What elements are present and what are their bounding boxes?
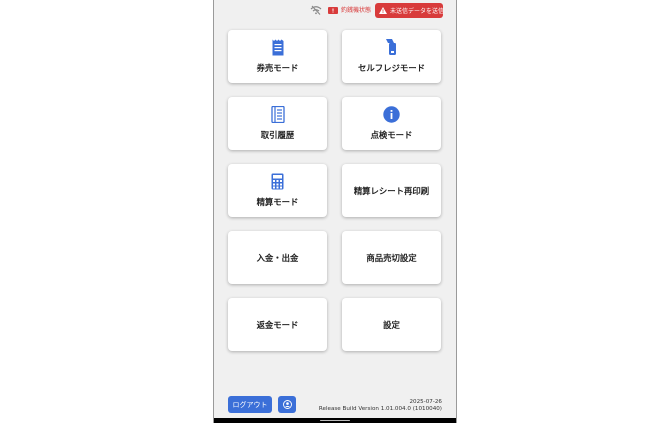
calculator-icon bbox=[271, 173, 284, 190]
refund-mode-button[interactable]: 返金モード bbox=[228, 298, 327, 351]
handheld-scanner-icon bbox=[385, 39, 396, 55]
logout-label: ログアウト bbox=[232, 400, 268, 409]
printer-warning-icon: ! bbox=[328, 7, 338, 14]
transaction-history-button[interactable]: 取引履歴 bbox=[228, 97, 327, 150]
build-version: Release Build Version 1.01.004.0 (101004… bbox=[318, 406, 442, 412]
inspection-mode-button[interactable]: 点検モード bbox=[342, 97, 441, 150]
build-date: 2025-07-26 bbox=[409, 399, 442, 405]
warning-icon bbox=[379, 7, 387, 14]
settings-button[interactable]: 設定 bbox=[342, 298, 441, 351]
receipt-icon bbox=[272, 39, 283, 56]
send-unsent-data-label: 未送信データを送信 bbox=[390, 8, 445, 15]
account-icon bbox=[282, 400, 292, 409]
ticket-sales-mode-button[interactable]: 券売モード bbox=[228, 30, 327, 83]
logout-button[interactable]: ログアウト bbox=[228, 396, 272, 413]
info-icon bbox=[383, 106, 400, 123]
ticket-sales-mode-label: 券売モード bbox=[256, 63, 299, 73]
inspection-mode-label: 点検モード bbox=[370, 130, 413, 140]
sold-out-settings-button[interactable]: 商品売切設定 bbox=[342, 231, 441, 284]
reprint-receipt-button[interactable]: 精算レシート再印刷 bbox=[342, 164, 441, 217]
settlement-mode-label: 精算モード bbox=[256, 197, 299, 207]
reprint-receipt-label: 精算レシート再印刷 bbox=[353, 185, 430, 196]
tablet-screen: ! 釣銭機状態 未送信データを送信 券売モード セルフレジモード 取引履歴 点検… bbox=[213, 0, 457, 423]
wifi-off-icon bbox=[310, 5, 322, 15]
refund-mode-label: 返金モード bbox=[256, 319, 299, 330]
deposit-withdraw-button[interactable]: 入金・出金 bbox=[228, 231, 327, 284]
settlement-mode-button[interactable]: 精算モード bbox=[228, 164, 327, 217]
account-button[interactable] bbox=[278, 396, 296, 413]
settings-label: 設定 bbox=[383, 319, 400, 330]
transaction-history-label: 取引履歴 bbox=[260, 130, 295, 140]
printer-status-label: 釣銭機状態 bbox=[341, 7, 372, 14]
notebook-icon bbox=[270, 106, 285, 123]
deposit-withdraw-label: 入金・出金 bbox=[256, 252, 299, 263]
send-unsent-data-button[interactable]: 未送信データを送信 bbox=[375, 3, 445, 18]
svg-text:!: ! bbox=[332, 9, 335, 14]
self-register-mode-button[interactable]: セルフレジモード bbox=[342, 30, 441, 83]
self-register-mode-label: セルフレジモード bbox=[358, 63, 425, 73]
home-gesture-handle[interactable] bbox=[320, 419, 350, 421]
sold-out-settings-label: 商品売切設定 bbox=[366, 252, 417, 263]
status-bar: ! 釣銭機状態 未送信データを送信 bbox=[214, 0, 456, 20]
